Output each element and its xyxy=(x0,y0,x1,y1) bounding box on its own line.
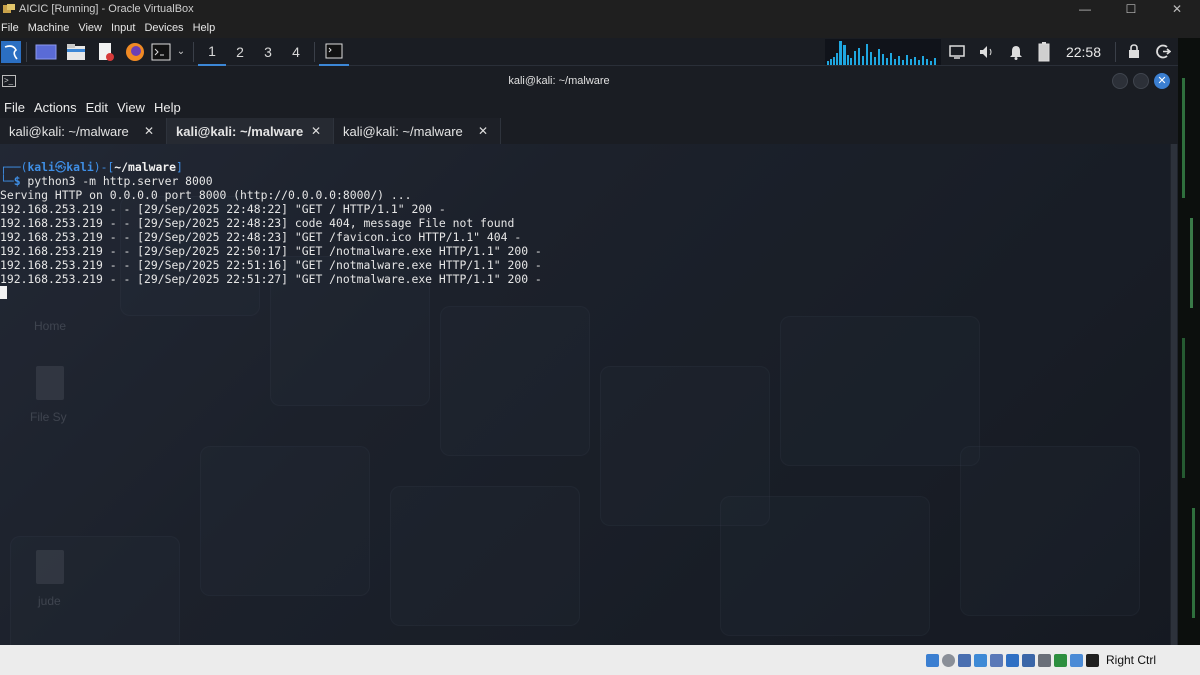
output-line: 192.168.253.219 - - [29/Sep/2025 22:51:1… xyxy=(0,258,542,272)
terminal-tab-2[interactable]: kali@kali: ~/malware ✕ xyxy=(167,118,334,144)
terminal-tabbar: kali@kali: ~/malware ✕ kali@kali: ~/malw… xyxy=(0,118,1178,144)
host-key-label: Right Ctrl xyxy=(1105,653,1156,667)
maximize-button[interactable]: ☐ xyxy=(1108,2,1154,16)
kali-menu-icon[interactable] xyxy=(0,38,22,66)
terminal-output[interactable]: ┌──(kali㉿kali)-[~/malware] └─$ python3 -… xyxy=(0,144,1170,645)
host-desktop-strip xyxy=(1178,38,1200,645)
firefox-icon[interactable] xyxy=(121,38,149,66)
text-cursor xyxy=(0,286,7,299)
volume-icon[interactable] xyxy=(972,38,1002,66)
audio-icon[interactable] xyxy=(957,653,971,667)
shared-folders-icon[interactable] xyxy=(1005,653,1019,667)
text-editor-icon[interactable] xyxy=(91,38,121,66)
vbox-menu-file[interactable]: File xyxy=(0,22,25,34)
terminal-tab-1[interactable]: kali@kali: ~/malware ✕ xyxy=(0,118,167,144)
workspace-4[interactable]: 4 xyxy=(282,38,310,66)
kali-top-panel: ⌄ 1 2 3 4 22:58 xyxy=(0,38,1178,66)
vbox-menu-view[interactable]: View xyxy=(77,22,108,34)
cpu-icon[interactable] xyxy=(1053,653,1067,667)
keyboard-capture-icon[interactable] xyxy=(1085,653,1099,667)
tab-label: kali@kali: ~/malware xyxy=(343,123,463,139)
output-line: 192.168.253.219 - - [29/Sep/2025 22:48:2… xyxy=(0,216,515,230)
output-line: 192.168.253.219 - - [29/Sep/2025 22:48:2… xyxy=(0,230,522,244)
terminal-menu-help[interactable]: Help xyxy=(154,100,181,115)
terminal-menu-file[interactable]: File xyxy=(4,100,25,115)
terminal-minimize-button[interactable] xyxy=(1112,73,1128,89)
terminal-menubar: File Actions Edit View Help xyxy=(0,96,1178,118)
vbox-menu-machine[interactable]: Machine xyxy=(27,22,76,34)
workspace-2[interactable]: 2 xyxy=(226,38,254,66)
display-status-icon[interactable] xyxy=(1021,653,1035,667)
notification-bell-icon[interactable] xyxy=(1002,38,1030,66)
terminal-launcher-icon[interactable] xyxy=(149,38,173,66)
logout-icon[interactable] xyxy=(1148,38,1178,66)
terminal-title: kali@kali: ~/malware xyxy=(508,75,610,87)
workspace-1[interactable]: 1 xyxy=(198,38,226,66)
vbox-titlebar: AICIC [Running] - Oracle VirtualBox — ☐ … xyxy=(0,0,1200,18)
output-line: 192.168.253.219 - - [29/Sep/2025 22:48:2… xyxy=(0,202,446,216)
terminal-close-button[interactable]: ✕ xyxy=(1154,73,1170,89)
tab-close-icon[interactable]: ✕ xyxy=(478,124,488,138)
output-line: 192.168.253.219 - - [29/Sep/2025 22:50:1… xyxy=(0,244,542,258)
prompt-mid: )-[ xyxy=(93,160,115,174)
vbox-statusbar: Right Ctrl xyxy=(0,645,1200,675)
mouse-integration-icon[interactable] xyxy=(1069,653,1083,667)
close-window-button[interactable]: ✕ xyxy=(1154,2,1200,16)
virtualbox-app-icon xyxy=(3,4,15,13)
prompt-at: ㉿ xyxy=(54,160,67,174)
vbox-menu-devices[interactable]: Devices xyxy=(143,22,189,34)
prompt-corner-top: ┌──( xyxy=(0,160,28,174)
prompt-path: ~/malware xyxy=(114,160,177,174)
tab-label: kali@kali: ~/malware xyxy=(176,123,304,139)
workspace-3[interactable]: 3 xyxy=(254,38,282,66)
usb-icon[interactable] xyxy=(989,653,1003,667)
terminal-titlebar: >_ kali@kali: ~/malware ✕ xyxy=(0,66,1178,96)
tab-label: kali@kali: ~/malware xyxy=(9,123,129,139)
window-title: AICIC [Running] - Oracle VirtualBox xyxy=(19,3,194,15)
vbox-menu-input[interactable]: Input xyxy=(110,22,141,34)
terminal-menu-actions[interactable]: Actions xyxy=(34,100,77,115)
terminal-menu-view[interactable]: View xyxy=(117,100,145,115)
terminal-scrollbar[interactable] xyxy=(1170,144,1178,645)
tab-close-icon[interactable]: ✕ xyxy=(144,124,154,138)
optical-drive-icon[interactable] xyxy=(941,653,955,667)
prompt-dollar: $ xyxy=(13,174,21,188)
terminal-maximize-button[interactable] xyxy=(1133,73,1149,89)
terminal-tab-3[interactable]: kali@kali: ~/malware ✕ xyxy=(334,118,501,144)
vbox-menubar: File Machine View Input Devices Help xyxy=(0,18,1200,38)
chevron-down-icon[interactable]: ⌄ xyxy=(173,38,189,66)
cpu-graph-widget xyxy=(824,38,942,66)
lock-screen-icon[interactable] xyxy=(1120,38,1148,66)
prompt-user: kali xyxy=(27,160,55,174)
tab-close-icon[interactable]: ✕ xyxy=(311,124,321,138)
vbox-menu-help[interactable]: Help xyxy=(192,22,222,34)
battery-icon[interactable] xyxy=(1030,38,1058,66)
prompt-end: ] xyxy=(176,160,183,174)
file-manager-icon[interactable] xyxy=(61,38,91,66)
hard-disk-icon[interactable] xyxy=(925,653,939,667)
panel-clock[interactable]: 22:58 xyxy=(1066,44,1101,60)
show-desktop-icon[interactable] xyxy=(31,38,61,66)
taskbar-terminal-window[interactable] xyxy=(319,38,349,66)
output-line: Serving HTTP on 0.0.0.0 port 8000 (http:… xyxy=(0,188,412,202)
output-line: 192.168.253.219 - - [29/Sep/2025 22:51:2… xyxy=(0,272,542,286)
network-icon[interactable] xyxy=(973,653,987,667)
command-line: └─$ python3 -m http.server 8000 xyxy=(0,174,1170,188)
command-text: python3 -m http.server 8000 xyxy=(20,174,213,188)
scrollbar-thumb[interactable] xyxy=(1171,144,1177,645)
cursor-line xyxy=(0,286,1170,300)
prompt-corner-bottom: └─ xyxy=(0,174,14,188)
display-icon[interactable] xyxy=(942,38,972,66)
recording-icon[interactable] xyxy=(1037,653,1051,667)
prompt-line: ┌──(kali㉿kali)-[~/malware] xyxy=(0,160,1170,174)
minimize-button[interactable]: — xyxy=(1062,2,1108,16)
prompt-host: kali xyxy=(66,160,94,174)
terminal-menu-edit[interactable]: Edit xyxy=(86,100,108,115)
